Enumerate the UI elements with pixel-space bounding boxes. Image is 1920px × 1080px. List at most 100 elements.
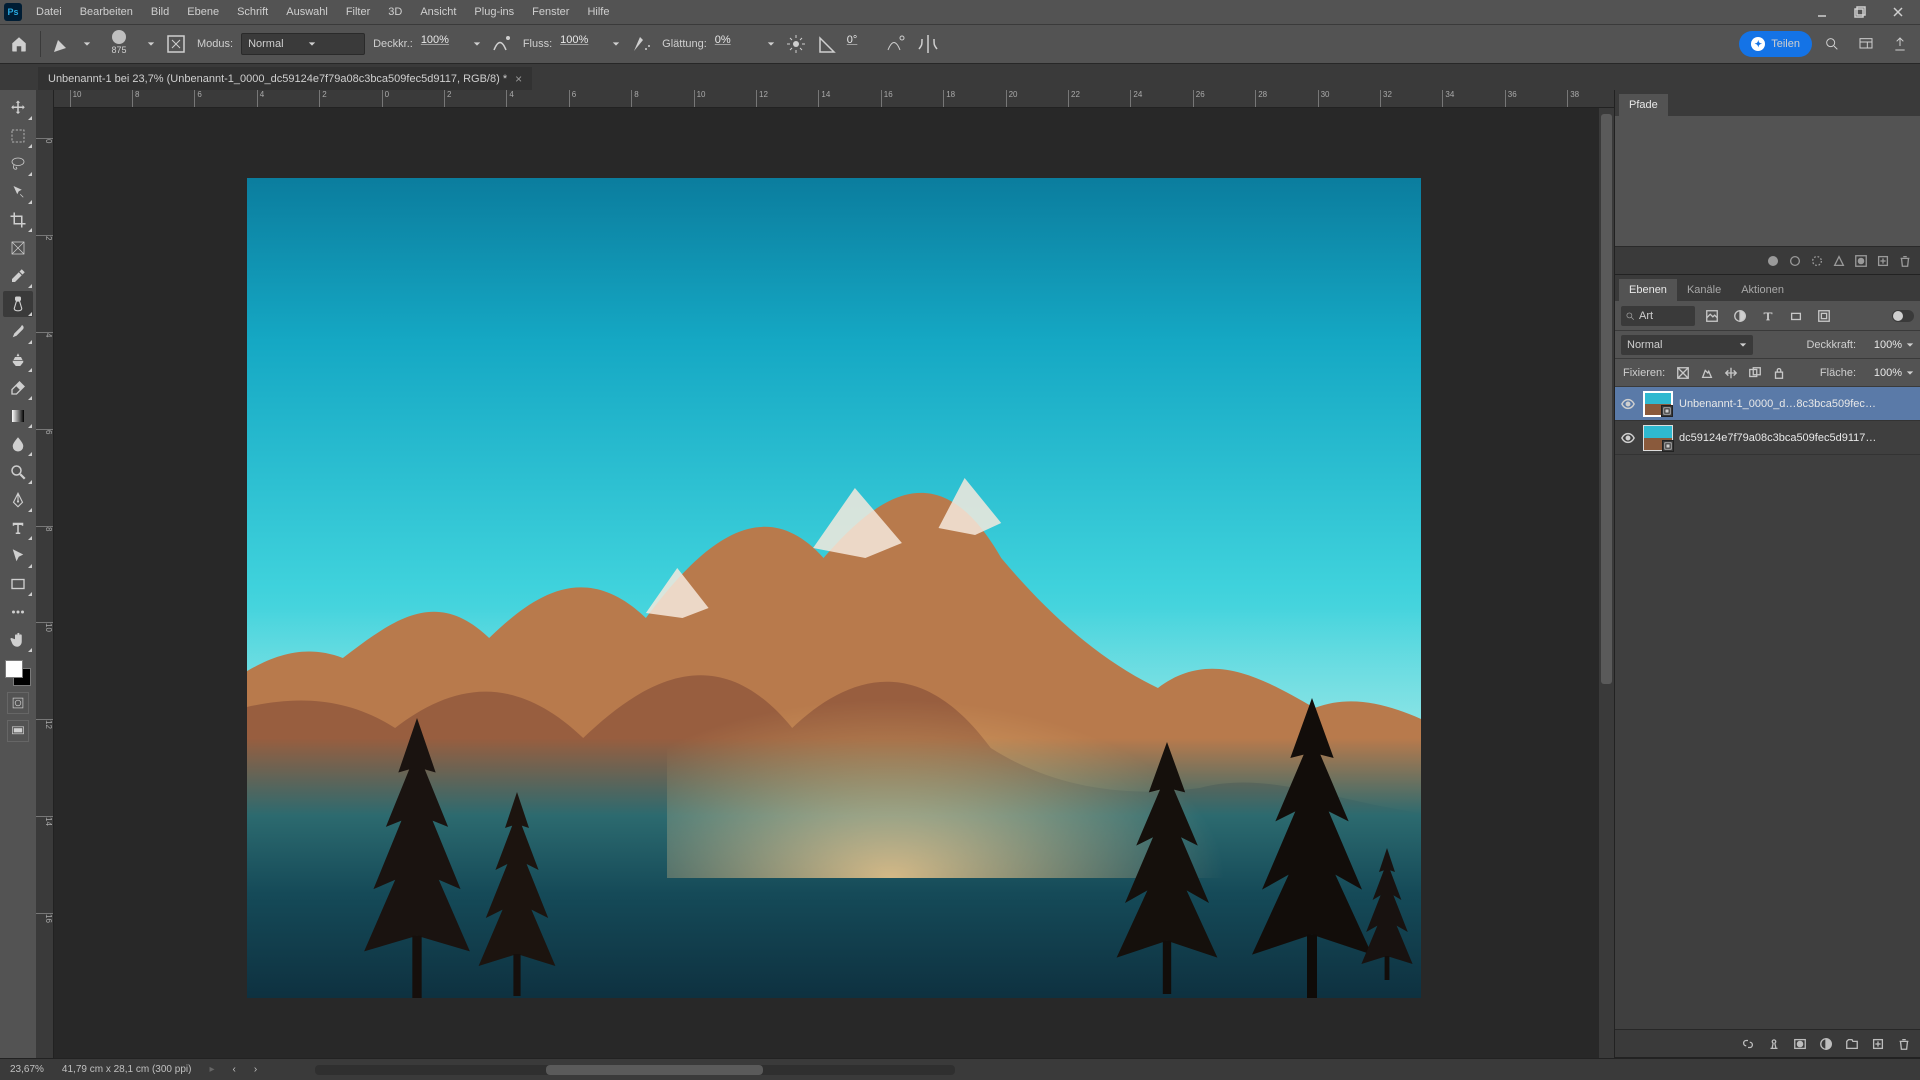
tool-preset-picker[interactable]	[49, 31, 75, 57]
status-chevron-icon[interactable]: ▸	[209, 1064, 214, 1075]
add-mask-icon[interactable]	[1854, 254, 1868, 268]
window-restore-button[interactable]	[1842, 0, 1878, 24]
smoothing-chevron-icon[interactable]	[765, 40, 777, 48]
new-layer-icon[interactable]	[1870, 1036, 1886, 1052]
clone-stamp-tool[interactable]	[3, 347, 33, 373]
angle-icon[interactable]	[815, 31, 841, 57]
menu-3d[interactable]: 3D	[380, 2, 410, 22]
gradient-tool[interactable]	[3, 403, 33, 429]
zoom-level[interactable]: 23,67%	[10, 1064, 44, 1075]
layer-style-icon[interactable]	[1766, 1036, 1782, 1052]
lock-nesting-icon[interactable]	[1747, 365, 1763, 381]
layer-mask-icon[interactable]	[1792, 1036, 1808, 1052]
opacity-field[interactable]: 100%	[421, 34, 465, 54]
layer-name[interactable]: dc59124e7f79a08c3bca509fec5d9117 Kopie 2	[1679, 432, 1879, 444]
filter-toggle[interactable]	[1892, 310, 1914, 322]
airbrush-button[interactable]	[628, 31, 654, 57]
crop-tool[interactable]	[3, 207, 33, 233]
quick-select-tool[interactable]	[3, 179, 33, 205]
layer-opacity-field[interactable]: 100%	[1862, 339, 1902, 351]
menu-bearbeiten[interactable]: Bearbeiten	[72, 2, 141, 22]
opacity-chevron-icon[interactable]	[471, 40, 483, 48]
load-selection-icon[interactable]	[1810, 254, 1824, 268]
stroke-path-icon[interactable]	[1788, 254, 1802, 268]
filter-adjust-icon[interactable]	[1729, 306, 1751, 326]
menu-hilfe[interactable]: Hilfe	[579, 2, 617, 22]
screenmode-button[interactable]	[7, 720, 29, 742]
tab-aktionen[interactable]: Aktionen	[1731, 279, 1794, 301]
dodge-tool[interactable]	[3, 459, 33, 485]
angle-field[interactable]: 0°	[847, 34, 877, 54]
paths-panel-body[interactable]	[1615, 116, 1920, 246]
more-tools[interactable]	[3, 599, 33, 625]
healing-brush-tool[interactable]	[3, 291, 33, 317]
tool-preset-chevron-icon[interactable]	[81, 40, 93, 48]
window-minimize-button[interactable]	[1804, 0, 1840, 24]
lock-transparent-icon[interactable]	[1675, 365, 1691, 381]
vertical-ruler[interactable]: 0 2 4 6 8 10 12 14 16	[36, 90, 54, 1058]
blur-tool[interactable]	[3, 431, 33, 457]
document-dimensions[interactable]: 41,79 cm x 28,1 cm (300 ppi)	[62, 1064, 192, 1075]
window-close-button[interactable]	[1880, 0, 1916, 24]
horizontal-ruler[interactable]: 10 8 6 4 2 0 2 4 6 8 10 12 14 16 18 20 2…	[54, 90, 1614, 108]
brush-preset-chevron-icon[interactable]	[145, 40, 157, 48]
brush-tool[interactable]	[3, 319, 33, 345]
menu-ebene[interactable]: Ebene	[179, 2, 227, 22]
visibility-toggle[interactable]	[1619, 429, 1637, 447]
hand-tool[interactable]	[3, 627, 33, 653]
search-button[interactable]	[1818, 30, 1846, 58]
filter-smart-icon[interactable]	[1813, 306, 1835, 326]
menu-fenster[interactable]: Fenster	[524, 2, 577, 22]
symmetry-button[interactable]	[915, 31, 941, 57]
quickmask-button[interactable]	[7, 692, 29, 714]
layer-thumbnail[interactable]	[1643, 391, 1673, 417]
document-tab[interactable]: Unbenannt-1 bei 23,7% (Unbenannt-1_0000_…	[38, 66, 532, 90]
pen-tool[interactable]	[3, 487, 33, 513]
chevron-down-icon[interactable]	[1906, 369, 1914, 377]
fill-path-icon[interactable]	[1766, 254, 1780, 268]
group-icon[interactable]	[1844, 1036, 1860, 1052]
eyedropper-tool[interactable]	[3, 263, 33, 289]
status-prev-icon[interactable]: ‹	[232, 1064, 235, 1075]
horizontal-scrollbar[interactable]	[315, 1065, 955, 1075]
tab-pfade[interactable]: Pfade	[1619, 94, 1668, 116]
menu-datei[interactable]: Datei	[28, 2, 70, 22]
delete-layer-icon[interactable]	[1896, 1036, 1912, 1052]
fill-field[interactable]: 100%	[1862, 367, 1902, 379]
export-share-icon[interactable]	[1886, 30, 1914, 58]
eraser-tool[interactable]	[3, 375, 33, 401]
lock-image-icon[interactable]	[1699, 365, 1715, 381]
filter-type-icon[interactable]	[1757, 306, 1779, 326]
canvas[interactable]	[54, 108, 1614, 1058]
opacity-pressure-button[interactable]	[489, 31, 515, 57]
layer-thumbnail[interactable]	[1643, 425, 1673, 451]
menu-plugins[interactable]: Plug-ins	[466, 2, 522, 22]
size-pressure-button[interactable]	[883, 31, 909, 57]
layer-blend-dropdown[interactable]: Normal	[1621, 335, 1753, 355]
lock-all-icon[interactable]	[1771, 365, 1787, 381]
brush-preset-picker[interactable]: 875	[99, 29, 139, 59]
menu-filter[interactable]: Filter	[338, 2, 378, 22]
adjustment-layer-icon[interactable]	[1818, 1036, 1834, 1052]
tab-kanaele[interactable]: Kanäle	[1677, 279, 1731, 301]
visibility-toggle[interactable]	[1619, 395, 1637, 413]
menu-bild[interactable]: Bild	[143, 2, 177, 22]
path-select-tool[interactable]	[3, 543, 33, 569]
menu-ansicht[interactable]: Ansicht	[412, 2, 464, 22]
layer-row[interactable]: dc59124e7f79a08c3bca509fec5d9117 Kopie 2	[1615, 421, 1920, 455]
marquee-tool[interactable]	[3, 123, 33, 149]
menu-schrift[interactable]: Schrift	[229, 2, 276, 22]
lock-position-icon[interactable]	[1723, 365, 1739, 381]
document-tab-close-icon[interactable]: ×	[515, 72, 522, 86]
smoothing-options-button[interactable]	[783, 31, 809, 57]
chevron-down-icon[interactable]	[1906, 341, 1914, 349]
flow-field[interactable]: 100%	[560, 34, 604, 54]
type-tool[interactable]	[3, 515, 33, 541]
move-tool[interactable]	[3, 95, 33, 121]
filter-shape-icon[interactable]	[1785, 306, 1807, 326]
new-path-icon[interactable]	[1876, 254, 1890, 268]
flow-chevron-icon[interactable]	[610, 40, 622, 48]
workspace-button[interactable]	[1852, 30, 1880, 58]
delete-path-icon[interactable]	[1898, 254, 1912, 268]
brush-settings-button[interactable]	[163, 31, 189, 57]
